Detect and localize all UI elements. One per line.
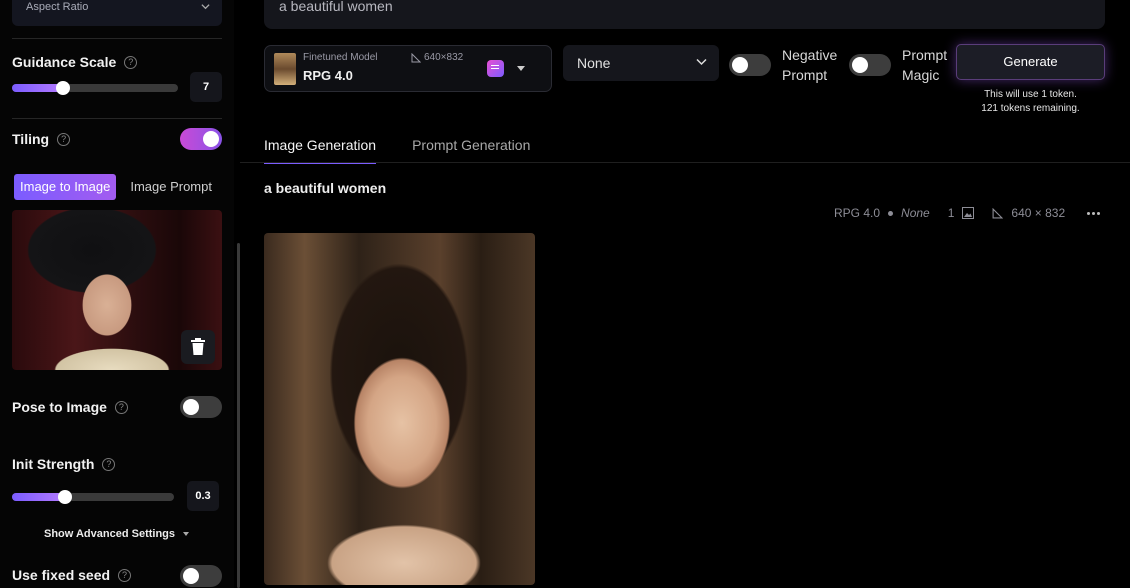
guidance-scale-value[interactable]: 7	[190, 72, 222, 102]
model-thumbnail	[274, 53, 296, 85]
prompt-input[interactable]: a beautiful women	[264, 0, 1105, 29]
help-icon[interactable]: ?	[102, 457, 116, 471]
generate-button[interactable]: Generate	[956, 44, 1105, 80]
token-info: This will use 1 token. 121 tokens remain…	[981, 89, 1080, 114]
aspect-ratio-label: Aspect Ratio	[26, 1, 89, 13]
meta-count: 1	[947, 206, 955, 220]
show-advanced-settings[interactable]: Show Advanced Settings	[44, 528, 190, 540]
model-select[interactable]: Finetuned Model RPG 4.0 640×832	[264, 45, 552, 92]
meta-dimensions: 640 × 832	[1011, 206, 1066, 220]
prompt-magic-label: Prompt Magic	[902, 47, 948, 83]
divider	[12, 118, 222, 119]
meta-model: RPG 4.0	[834, 206, 881, 220]
help-icon[interactable]: ?	[124, 55, 138, 69]
aspect-ratio-select[interactable]: Aspect Ratio	[12, 0, 222, 26]
generated-image[interactable]	[264, 233, 535, 585]
model-kind: Finetuned Model	[303, 52, 378, 63]
tiling-toggle[interactable]	[180, 128, 222, 150]
generation-meta: RPG 4.0 None 1 640 × 832	[834, 206, 1101, 220]
caret-down-icon	[183, 532, 190, 536]
style-value: None	[577, 55, 611, 71]
guidance-scale-slider[interactable]	[12, 81, 178, 95]
model-name: RPG 4.0	[303, 68, 353, 83]
help-icon[interactable]: ?	[57, 132, 71, 146]
fixed-seed-label: Use fixed seed ?	[12, 567, 132, 583]
meta-style: None	[901, 206, 930, 220]
delete-image-button[interactable]	[181, 330, 215, 364]
style-select[interactable]: None	[563, 45, 719, 81]
main-tabs: Image Generation Prompt Generation	[264, 137, 530, 164]
tab-image-generation[interactable]: Image Generation	[264, 137, 377, 164]
sidebar-scrollbar[interactable]	[237, 243, 240, 588]
divider	[12, 38, 222, 39]
dimension-icon	[411, 52, 421, 62]
caret-down-icon	[517, 66, 525, 71]
chevron-down-icon	[201, 4, 210, 10]
init-strength-label: Init Strength ?	[12, 456, 116, 472]
tab-image-prompt[interactable]: Image Prompt	[124, 174, 218, 200]
init-strength-value[interactable]: 0.3	[187, 481, 219, 511]
negative-prompt-label: Negative Prompt	[782, 47, 838, 83]
pose-to-image-label: Pose to Image ?	[12, 399, 128, 415]
model-dimensions: 640×832	[411, 52, 463, 63]
image-count-icon	[962, 207, 975, 219]
pose-to-image-toggle[interactable]	[180, 396, 222, 418]
fixed-seed-toggle[interactable]	[180, 565, 222, 587]
dimension-icon	[992, 207, 1004, 218]
trash-icon	[191, 338, 205, 355]
image-input-tabs: Image to Image Image Prompt	[14, 174, 218, 200]
divider	[240, 162, 1130, 163]
guidance-scale-label: Guidance Scale ?	[12, 54, 138, 70]
separator-dot	[888, 210, 894, 216]
negative-prompt-toggle[interactable]	[729, 54, 771, 76]
sidebar: Aspect Ratio Guidance Scale ? 7 Tiling ?…	[0, 0, 234, 588]
slider-handle[interactable]	[58, 490, 73, 504]
tab-image-to-image[interactable]: Image to Image	[14, 174, 117, 200]
tiling-label: Tiling ?	[12, 131, 71, 147]
chevron-down-icon	[696, 58, 707, 66]
prompt-list-icon[interactable]	[487, 60, 504, 77]
init-strength-slider[interactable]	[12, 490, 174, 504]
prompt-magic-toggle[interactable]	[849, 54, 891, 76]
generation-title: a beautiful women	[264, 180, 387, 196]
help-icon[interactable]: ?	[118, 568, 132, 582]
prompt-text: a beautiful women	[279, 0, 393, 14]
slider-handle[interactable]	[56, 81, 71, 95]
help-icon[interactable]: ?	[114, 400, 128, 414]
tab-prompt-generation[interactable]: Prompt Generation	[412, 137, 530, 164]
more-icon[interactable]	[1087, 211, 1101, 215]
